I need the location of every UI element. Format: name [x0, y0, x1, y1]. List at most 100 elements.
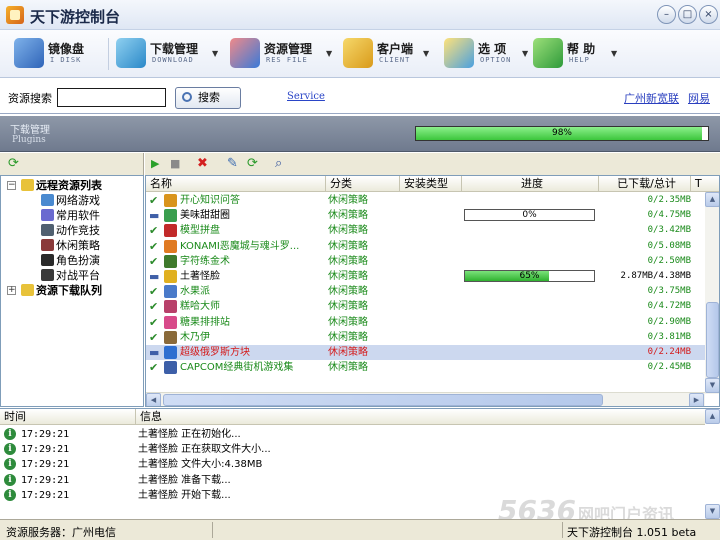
search-bar: 资源搜索 搜索 Service 广州新宽联 网易: [0, 80, 720, 114]
refresh-icon[interactable]: ⟳: [247, 157, 258, 171]
scroll-up-button[interactable]: ▲: [705, 192, 719, 207]
chevron-down-icon[interactable]: ▼: [326, 49, 332, 58]
folder-icon: [21, 179, 34, 191]
row-progress-text: 65%: [519, 271, 540, 281]
game-icon: [164, 300, 177, 314]
collapse-icon[interactable]: −: [7, 181, 16, 190]
column-header-category[interactable]: 分类: [326, 176, 400, 192]
guangzhou-link[interactable]: 广州新宽联: [624, 90, 679, 106]
tree-item-casual[interactable]: 休闲策略: [41, 238, 100, 253]
row-name: CAPCOM经典街机游戏集: [180, 362, 294, 374]
game-icon: [164, 239, 177, 253]
window-title: 天下游控制台: [30, 8, 121, 26]
scroll-thumb[interactable]: [706, 302, 719, 378]
row-category: 休闲策略: [328, 286, 368, 298]
scroll-left-button[interactable]: ◀: [146, 393, 161, 406]
maximize-button[interactable]: □: [678, 5, 697, 24]
table-row[interactable]: ✔ 模型拼盘 休闲策略 0/3.42MB: [146, 223, 706, 238]
toolbar-download-button[interactable]: 下载管理 DOWNLOAD ▼: [116, 36, 226, 72]
download-panel-subtitle: Plugins: [12, 135, 46, 145]
expand-icon[interactable]: +: [7, 286, 16, 295]
delete-icon[interactable]: ✖: [197, 157, 208, 171]
netease-link[interactable]: 网易: [688, 90, 710, 106]
completed-icon: ✔: [149, 285, 159, 299]
log-column-time[interactable]: 时间: [0, 409, 136, 425]
game-icon: [164, 361, 177, 375]
toolbar-resfile-button[interactable]: 资源管理 RES FILE ▼: [230, 36, 340, 72]
queued-icon: ▬: [149, 209, 160, 223]
tree-item-label: 动作竞技: [56, 224, 100, 237]
search-button[interactable]: 搜索: [175, 87, 241, 109]
list-horizontal-scrollbar[interactable]: ◀ ▶: [146, 392, 705, 406]
table-row[interactable]: ✔ 糕哈大师 休闲策略 0/4.72MB: [146, 299, 706, 314]
row-size: 0/3.81MB: [647, 331, 691, 342]
find-icon[interactable]: ⌕: [275, 157, 282, 171]
list-vertical-scrollbar[interactable]: ▲ ▼: [705, 192, 719, 394]
tree-item-label: 对战平台: [56, 269, 100, 282]
table-row[interactable]: ✔ 字符练金术 休闲策略 0/2.50MB: [146, 254, 706, 269]
stop-icon[interactable]: ■: [170, 157, 180, 171]
log-message: 土著怪脸 文件大小:4.38MB: [138, 459, 263, 471]
scroll-down-button[interactable]: ▼: [705, 378, 719, 393]
edit-icon[interactable]: ✎: [227, 157, 238, 171]
log-time: 17:29:21: [21, 429, 70, 440]
table-row[interactable]: ✔ 木乃伊 休闲策略 0/3.81MB: [146, 330, 706, 345]
refresh-icon[interactable]: ⟳: [8, 157, 19, 171]
toolbar-option-button[interactable]: 选 项 OPTION ▼: [444, 36, 534, 72]
search-label: 资源搜索: [8, 92, 52, 105]
download-icon: [116, 38, 146, 68]
log-row: i 17:29:21 土著怪脸 文件大小:4.38MB: [0, 457, 705, 472]
table-row[interactable]: ▬ 土著怪脸 休闲策略 65% 2.87MB/4.38MB: [146, 269, 706, 284]
help-icon: [533, 38, 563, 68]
table-row[interactable]: ▬ 超级俄罗斯方块 休闲策略 0/2.24MB: [146, 345, 706, 360]
tree-item-label: 角色扮演: [56, 254, 100, 267]
chevron-down-icon[interactable]: ▼: [611, 49, 617, 58]
minimize-button[interactable]: –: [657, 5, 676, 24]
column-header-name[interactable]: 名称: [146, 176, 326, 192]
game-icon: [164, 285, 177, 299]
close-button[interactable]: ×: [699, 5, 718, 24]
row-category: 休闲策略: [328, 362, 368, 374]
log-scroll-down-button[interactable]: ▼: [705, 504, 720, 519]
completed-icon: ✔: [149, 361, 159, 375]
row-size: 0/5.08MB: [647, 240, 691, 251]
column-header-extra[interactable]: T: [691, 176, 719, 192]
tree-item-action[interactable]: 动作竞技: [41, 223, 100, 238]
search-button-label: 搜索: [198, 91, 220, 104]
chevron-down-icon[interactable]: ▼: [423, 49, 429, 58]
log-column-info[interactable]: 信息: [136, 409, 705, 425]
scroll-right-button[interactable]: ▶: [689, 393, 704, 406]
column-header-install-type[interactable]: 安装类型: [400, 176, 462, 192]
search-input[interactable]: [57, 88, 166, 107]
toolbar-idisk-button[interactable]: 镜像盘 I DISK: [14, 36, 114, 72]
tree-item-rpg[interactable]: 角色扮演: [41, 253, 100, 268]
tree-item-online-games[interactable]: 网络游戏: [41, 193, 100, 208]
service-link[interactable]: Service: [287, 91, 325, 102]
game-icon: [164, 194, 177, 207]
completed-icon: ✔: [149, 194, 159, 207]
column-header-progress[interactable]: 进度: [462, 176, 599, 192]
toolbar-sublabel: I DISK: [50, 56, 82, 64]
tree-item-battle[interactable]: 对战平台: [41, 268, 100, 283]
table-row[interactable]: ✔ 水果派 休闲策略 0/3.75MB: [146, 284, 706, 299]
disk-icon: [14, 38, 44, 68]
log-message: 土著怪脸 正在初始化...: [138, 429, 241, 440]
table-row[interactable]: ✔ 糖果排排站 休闲策略 0/2.90MB: [146, 315, 706, 330]
start-icon[interactable]: ▶: [151, 157, 159, 171]
chevron-down-icon[interactable]: ▼: [522, 49, 528, 58]
toolbar-help-button[interactable]: 帮 助 HELP ▼: [533, 36, 623, 72]
table-row[interactable]: ✔ 开心知识问答 休闲策略 0/2.35MB: [146, 193, 706, 208]
row-name: 糕哈大师: [180, 301, 220, 313]
download-panel-title: 下载管理: [10, 125, 50, 136]
table-row[interactable]: ✔ KONAMI恶魔城与魂斗罗... 休闲策略 0/5.08MB: [146, 239, 706, 254]
main-toolbar: 镜像盘 I DISK 下载管理 DOWNLOAD ▼ 资源管理 RES FILE…: [0, 30, 720, 78]
row-category: 休闲策略: [328, 301, 368, 313]
table-row[interactable]: ✔ CAPCOM经典街机游戏集 休闲策略 0/2.45MB: [146, 360, 706, 375]
toolbar-client-button[interactable]: 客户端 CLIENT ▼: [343, 36, 438, 72]
scroll-thumb[interactable]: [163, 394, 603, 406]
log-scroll-up-button[interactable]: ▲: [705, 409, 720, 424]
tree-item-software[interactable]: 常用软件: [41, 208, 100, 223]
table-row[interactable]: ▬ 美味甜甜圈 休闲策略 0% 0/4.75MB: [146, 208, 706, 223]
chevron-down-icon[interactable]: ▼: [212, 49, 218, 58]
column-header-size[interactable]: 已下载/总计: [599, 176, 691, 192]
